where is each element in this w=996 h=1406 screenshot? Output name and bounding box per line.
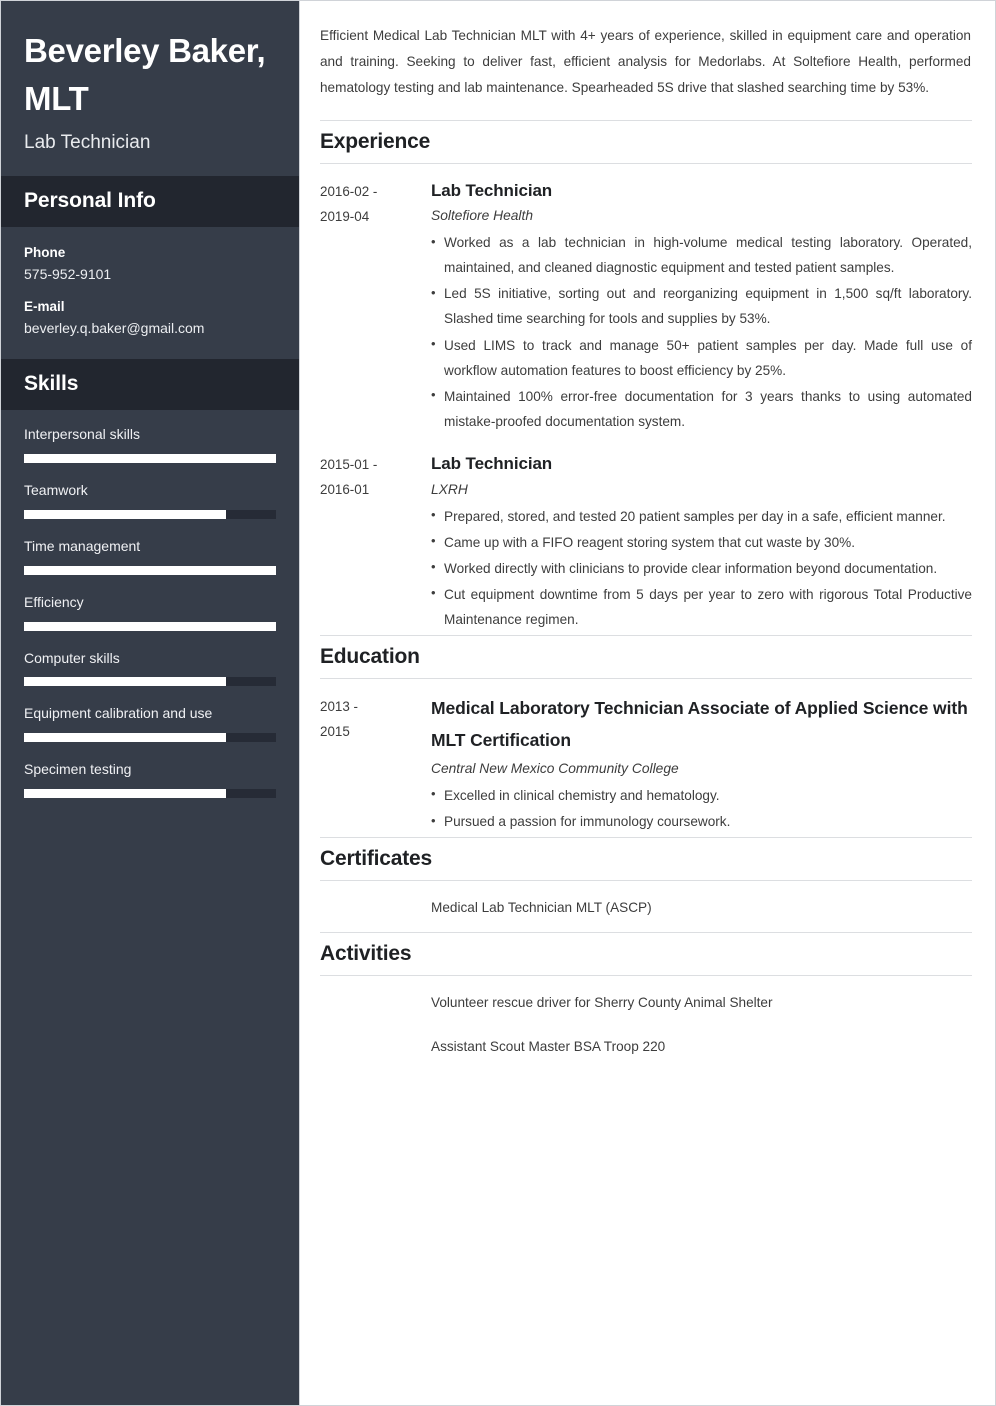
- certificates-section: Certificates Medical Lab Technician MLT …: [320, 837, 972, 932]
- main-content: Efficient Medical Lab Technician MLT wit…: [300, 1, 995, 1405]
- skill-item: Specimen testing: [24, 761, 276, 799]
- skill-level-fill: [24, 677, 226, 687]
- bullet-item: Worked as a lab technician in high-volum…: [431, 230, 972, 280]
- certificate-item: Medical Lab Technician MLT (ASCP): [431, 900, 652, 916]
- entry-employer: Soltefiore Health: [431, 208, 534, 224]
- certificates-entry: Medical Lab Technician MLT (ASCP): [320, 881, 972, 932]
- education-section: Education 2013 - 2015 Medical Laboratory…: [320, 635, 972, 837]
- entry-school: Central New Mexico Community College: [431, 760, 679, 776]
- education-entry: 2013 - 2015 Medical Laboratory Technicia…: [320, 679, 972, 837]
- entry-body: Medical Laboratory Technician Associate …: [431, 693, 972, 835]
- entry-body: Lab Technician LXRH Prepared, stored, an…: [431, 451, 972, 633]
- experience-heading: Experience: [320, 119, 972, 164]
- bullet-item: Came up with a FIFO reagent storing syst…: [431, 529, 972, 555]
- skills-list: Interpersonal skills Teamwork Time manag…: [1, 410, 299, 823]
- personal-info-body: Phone 575-952-9101 E-mail beverley.q.bak…: [1, 227, 299, 359]
- skill-label: Time management: [24, 538, 141, 555]
- entry-bullet-list: Worked as a lab technician in high-volum…: [431, 230, 972, 434]
- skill-item: Teamwork: [24, 482, 276, 520]
- entry-date-start: 2016-02 -: [320, 183, 378, 199]
- skill-level-track: [24, 733, 276, 743]
- experience-entry: 2016-02 - 2019-04 Lab Technician Soltefi…: [320, 164, 972, 437]
- entry-date-range: 2016-02 - 2019-04: [320, 178, 431, 230]
- bullet-item: Worked directly with clinicians to provi…: [431, 555, 972, 581]
- education-heading: Education: [320, 635, 972, 680]
- certificates-heading: Certificates: [320, 837, 972, 882]
- experience-entry: 2015-01 - 2016-01 Lab Technician LXRH Pr…: [320, 437, 972, 635]
- identity-block: Beverley Baker, MLT Lab Technician: [1, 1, 299, 176]
- resume-page: Beverley Baker, MLT Lab Technician Perso…: [0, 0, 996, 1406]
- skill-level-fill: [24, 510, 226, 520]
- sidebar: Beverley Baker, MLT Lab Technician Perso…: [1, 1, 300, 1405]
- bullet-item: Cut equipment downtime from 5 days per y…: [431, 581, 972, 632]
- email-label: E-mail: [24, 299, 65, 315]
- entry-employer: LXRH: [431, 481, 468, 497]
- bullet-item: Maintained 100% error-free documentation…: [431, 383, 972, 434]
- skill-label: Equipment calibration and use: [24, 705, 213, 722]
- skill-level-fill: [24, 789, 226, 799]
- phone-value[interactable]: 575-952-9101: [24, 266, 276, 282]
- skills-heading: Skills: [1, 359, 299, 411]
- skill-label: Interpersonal skills: [24, 426, 140, 443]
- activities-section: Activities Volunteer rescue driver for S…: [320, 932, 972, 1071]
- skill-item: Time management: [24, 538, 276, 575]
- candidate-job-title: Lab Technician: [24, 131, 151, 153]
- skill-label: Specimen testing: [24, 761, 132, 778]
- activities-heading: Activities: [320, 932, 972, 977]
- skill-level-track: [24, 454, 276, 464]
- skill-level-track: [24, 789, 276, 799]
- entry-bullet-list: Excelled in clinical chemistry and hemat…: [431, 782, 972, 834]
- skill-item: Efficiency: [24, 594, 276, 631]
- candidate-name: Beverley Baker, MLT: [24, 32, 266, 117]
- bullet-item: Prepared, stored, and tested 20 patient …: [431, 503, 972, 529]
- skill-level-fill: [24, 454, 276, 464]
- entry-date-start: 2015-01 -: [320, 457, 378, 473]
- bullet-item: Excelled in clinical chemistry and hemat…: [431, 782, 972, 808]
- skill-level-fill: [24, 621, 276, 631]
- activities-list: Volunteer rescue driver for Sherry Count…: [431, 990, 972, 1059]
- entry-date-start: 2013 -: [320, 699, 358, 715]
- skill-level-fill: [24, 733, 226, 743]
- skill-level-track: [24, 677, 276, 687]
- activity-item: Assistant Scout Master BSA Troop 220: [431, 1039, 666, 1055]
- entry-degree-title: Medical Laboratory Technician Associate …: [431, 698, 968, 751]
- personal-info-heading: Personal Info: [1, 176, 299, 228]
- entry-date-range: 2013 - 2015: [320, 693, 431, 745]
- experience-section: Experience 2016-02 - 2019-04 Lab Technic…: [320, 119, 972, 636]
- certificates-list: Medical Lab Technician MLT (ASCP): [431, 895, 972, 920]
- professional-summary: Efficient Medical Lab Technician MLT wit…: [320, 28, 971, 96]
- skill-item: Equipment calibration and use: [24, 705, 276, 743]
- entry-job-title: Lab Technician: [431, 180, 553, 200]
- entry-body: Lab Technician Soltefiore Health Worked …: [431, 178, 972, 435]
- date-column-spacer: [320, 895, 431, 920]
- phone-label: Phone: [24, 245, 66, 261]
- skill-level-track: [24, 565, 276, 575]
- bullet-item: Used LIMS to track and manage 50+ patien…: [431, 332, 972, 383]
- skill-label: Teamwork: [24, 482, 88, 499]
- skill-level-track: [24, 510, 276, 520]
- activities-entry: Volunteer rescue driver for Sherry Count…: [320, 976, 972, 1071]
- skill-item: Computer skills: [24, 650, 276, 687]
- contact-item-phone: Phone 575-952-9101: [24, 245, 276, 282]
- entry-date-end: 2015: [320, 724, 350, 740]
- email-value[interactable]: beverley.q.baker@gmail.com: [24, 320, 276, 336]
- activity-item: Volunteer rescue driver for Sherry Count…: [431, 995, 773, 1011]
- bullet-item: Led 5S initiative, sorting out and reorg…: [431, 281, 972, 331]
- skill-label: Efficiency: [24, 593, 84, 610]
- bullet-item: Pursued a passion for immunology coursew…: [431, 809, 972, 834]
- skill-item: Interpersonal skills: [24, 426, 276, 464]
- entry-bullet-list: Prepared, stored, and tested 20 patient …: [431, 503, 972, 633]
- skill-level-track: [24, 621, 276, 631]
- contact-item-email: E-mail beverley.q.baker@gmail.com: [24, 299, 276, 336]
- entry-date-end: 2019-04: [320, 208, 370, 224]
- skill-level-fill: [24, 565, 276, 575]
- date-column-spacer: [320, 990, 431, 1059]
- entry-date-end: 2016-01: [320, 481, 370, 497]
- skill-label: Computer skills: [24, 649, 120, 666]
- entry-job-title: Lab Technician: [431, 454, 553, 474]
- entry-date-range: 2015-01 - 2016-01: [320, 451, 431, 503]
